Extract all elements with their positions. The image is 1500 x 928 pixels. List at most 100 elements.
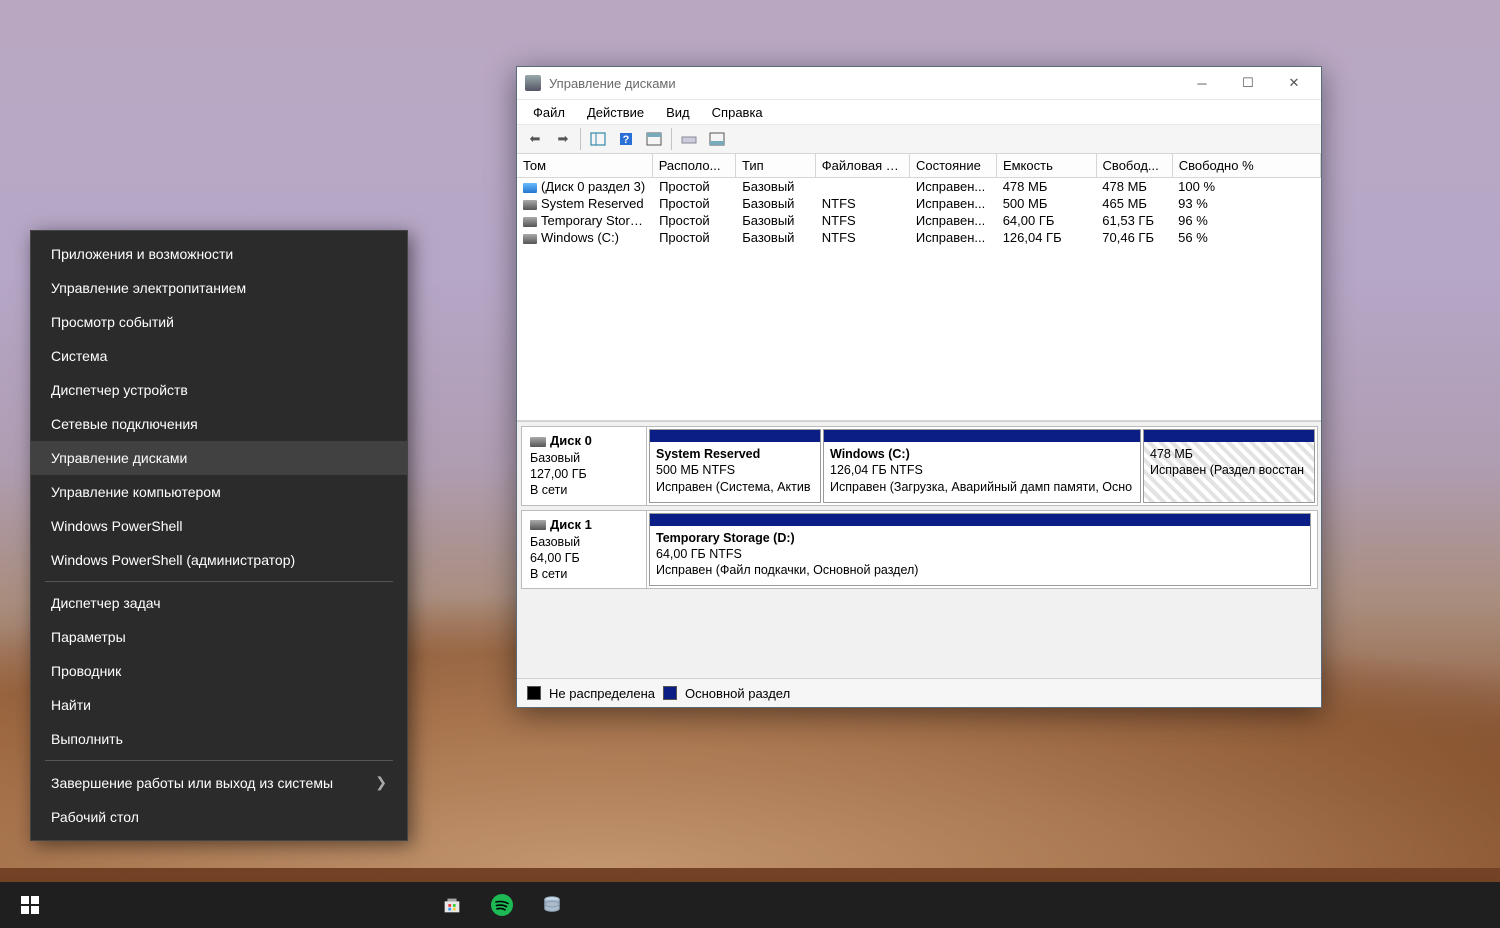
context-menu-item[interactable]: Диспетчер устройств	[31, 373, 407, 407]
nav-forward-icon[interactable]: ➡	[551, 127, 575, 151]
legend-bar: Не распределена Основной раздел	[517, 678, 1321, 707]
show-hide-tree-icon[interactable]	[586, 127, 610, 151]
column-header[interactable]: Файловая с...	[816, 154, 910, 177]
legend-primary: Основной раздел	[685, 686, 790, 701]
taskbar-app-diskmgmt[interactable]	[528, 882, 576, 928]
help-icon[interactable]: ?	[614, 127, 638, 151]
context-menu-item[interactable]: Система	[31, 339, 407, 373]
menu-item[interactable]: Справка	[702, 102, 773, 123]
start-context-menu: Приложения и возможностиУправление элект…	[30, 230, 408, 841]
context-menu-item[interactable]: Параметры	[31, 620, 407, 654]
toolbar-separator	[580, 128, 581, 150]
nav-back-icon[interactable]: ⬅	[523, 127, 547, 151]
column-header[interactable]: Емкость	[997, 154, 1097, 177]
table-cell: Исправен...	[910, 178, 997, 195]
table-cell: NTFS	[816, 229, 910, 246]
partition[interactable]: Windows (C:)126,04 ГБ NTFSИсправен (Загр…	[823, 429, 1141, 503]
partition-header-stripe	[650, 430, 820, 442]
table-row[interactable]: System ReservedПростойБазовыйNTFSИсправе…	[517, 195, 1321, 212]
context-menu-item[interactable]: Сетевые подключения	[31, 407, 407, 441]
refresh-icon[interactable]	[677, 127, 701, 151]
table-cell: 478 МБ	[997, 178, 1097, 195]
table-cell: Базовый	[736, 195, 816, 212]
spotify-icon	[490, 893, 514, 917]
partition[interactable]: 478 МБИсправен (Раздел восстан	[1143, 429, 1315, 503]
column-header[interactable]: Свободно %	[1173, 154, 1321, 177]
minimize-button[interactable]: ─	[1179, 67, 1225, 99]
context-menu-item[interactable]: Просмотр событий	[31, 305, 407, 339]
menu-item[interactable]: Файл	[523, 102, 575, 123]
start-button[interactable]	[6, 882, 54, 928]
taskbar-app-spotify[interactable]	[478, 882, 526, 928]
disk-info: Диск 1Базовый64,00 ГБВ сети	[522, 511, 647, 589]
column-header[interactable]: Располо...	[653, 154, 736, 177]
table-cell: 96 %	[1172, 212, 1321, 229]
context-menu-separator	[45, 581, 393, 582]
context-menu-item[interactable]: Управление компьютером	[31, 475, 407, 509]
partition-container: System Reserved500 МБ NTFSИсправен (Сист…	[647, 427, 1317, 505]
table-cell: System Reserved	[517, 195, 653, 212]
disk-row[interactable]: Диск 1Базовый64,00 ГБВ сетиTemporary Sto…	[521, 510, 1318, 590]
toolbar-separator	[671, 128, 672, 150]
context-menu-item[interactable]: Рабочий стол	[31, 800, 407, 834]
table-cell: 56 %	[1172, 229, 1321, 246]
volume-icon	[523, 217, 537, 227]
table-cell: NTFS	[816, 212, 910, 229]
table-cell: Простой	[653, 212, 736, 229]
disk-info: Диск 0Базовый127,00 ГБВ сети	[522, 427, 647, 505]
partition[interactable]: Temporary Storage (D:)64,00 ГБ NTFSИспра…	[649, 513, 1311, 587]
partition-header-stripe	[1144, 430, 1314, 442]
menu-item[interactable]: Действие	[577, 102, 654, 123]
volume-table-body[interactable]: (Диск 0 раздел 3)ПростойБазовыйИсправен.…	[517, 178, 1321, 420]
table-cell: Базовый	[736, 229, 816, 246]
table-cell: Исправен...	[910, 229, 997, 246]
context-menu-item[interactable]: Выполнить	[31, 722, 407, 756]
toolbar: ⬅ ➡ ?	[517, 125, 1321, 154]
context-menu-item[interactable]: Windows PowerShell	[31, 509, 407, 543]
windows-logo-icon	[21, 896, 39, 914]
view-top-icon[interactable]	[642, 127, 666, 151]
close-button[interactable]: ✕	[1271, 67, 1317, 99]
context-menu-item[interactable]: Приложения и возможности	[31, 237, 407, 271]
column-header[interactable]: Том	[517, 154, 653, 177]
store-icon	[441, 894, 463, 916]
maximize-button[interactable]: ☐	[1225, 67, 1271, 99]
volume-icon	[523, 183, 537, 193]
context-menu-item[interactable]: Диспетчер задач	[31, 586, 407, 620]
titlebar[interactable]: Управление дисками ─ ☐ ✕	[517, 67, 1321, 100]
volume-icon	[523, 234, 537, 244]
table-cell: 465 МБ	[1096, 195, 1172, 212]
taskbar-app-store[interactable]	[428, 882, 476, 928]
table-row[interactable]: (Диск 0 раздел 3)ПростойБазовыйИсправен.…	[517, 178, 1321, 195]
table-row[interactable]: Windows (C:)ПростойБазовыйNTFSИсправен..…	[517, 229, 1321, 246]
context-menu-item[interactable]: Управление электропитанием	[31, 271, 407, 305]
partition-body: System Reserved500 МБ NTFSИсправен (Сист…	[650, 442, 820, 502]
column-header[interactable]: Тип	[736, 154, 816, 177]
disk-row[interactable]: Диск 0Базовый127,00 ГБВ сетиSystem Reser…	[521, 426, 1318, 506]
partition-header-stripe	[824, 430, 1140, 442]
partition[interactable]: System Reserved500 МБ NTFSИсправен (Сист…	[649, 429, 821, 503]
table-cell: Базовый	[736, 212, 816, 229]
context-menu-item[interactable]: Проводник	[31, 654, 407, 688]
disk-layout-body[interactable]: Диск 0Базовый127,00 ГБВ сетиSystem Reser…	[517, 422, 1321, 678]
menu-item[interactable]: Вид	[656, 102, 700, 123]
table-cell: Исправен...	[910, 212, 997, 229]
disk-stack-icon	[541, 894, 563, 916]
context-menu-item[interactable]: Управление дисками	[31, 441, 407, 475]
context-menu-item[interactable]: Найти	[31, 688, 407, 722]
context-menu-item[interactable]: Завершение работы или выход из системы❯	[31, 765, 407, 800]
menubar: ФайлДействиеВидСправка	[517, 100, 1321, 125]
context-menu-item[interactable]: Windows PowerShell (администратор)	[31, 543, 407, 577]
column-header[interactable]: Состояние	[910, 154, 997, 177]
table-cell: 100 %	[1172, 178, 1321, 195]
table-cell	[816, 178, 910, 195]
disk-icon	[530, 520, 546, 530]
svg-text:?: ?	[623, 134, 630, 146]
table-row[interactable]: Temporary Storag...ПростойБазовыйNTFSИсп…	[517, 212, 1321, 229]
volume-table-header[interactable]: ТомРасполо...ТипФайловая с...СостояниеЕм…	[517, 154, 1321, 178]
column-header[interactable]: Свобод...	[1097, 154, 1173, 177]
taskbar[interactable]	[0, 882, 1500, 928]
window-title: Управление дисками	[549, 76, 676, 91]
view-bottom-icon[interactable]	[705, 127, 729, 151]
partition-body: 478 МБИсправен (Раздел восстан	[1144, 442, 1314, 502]
